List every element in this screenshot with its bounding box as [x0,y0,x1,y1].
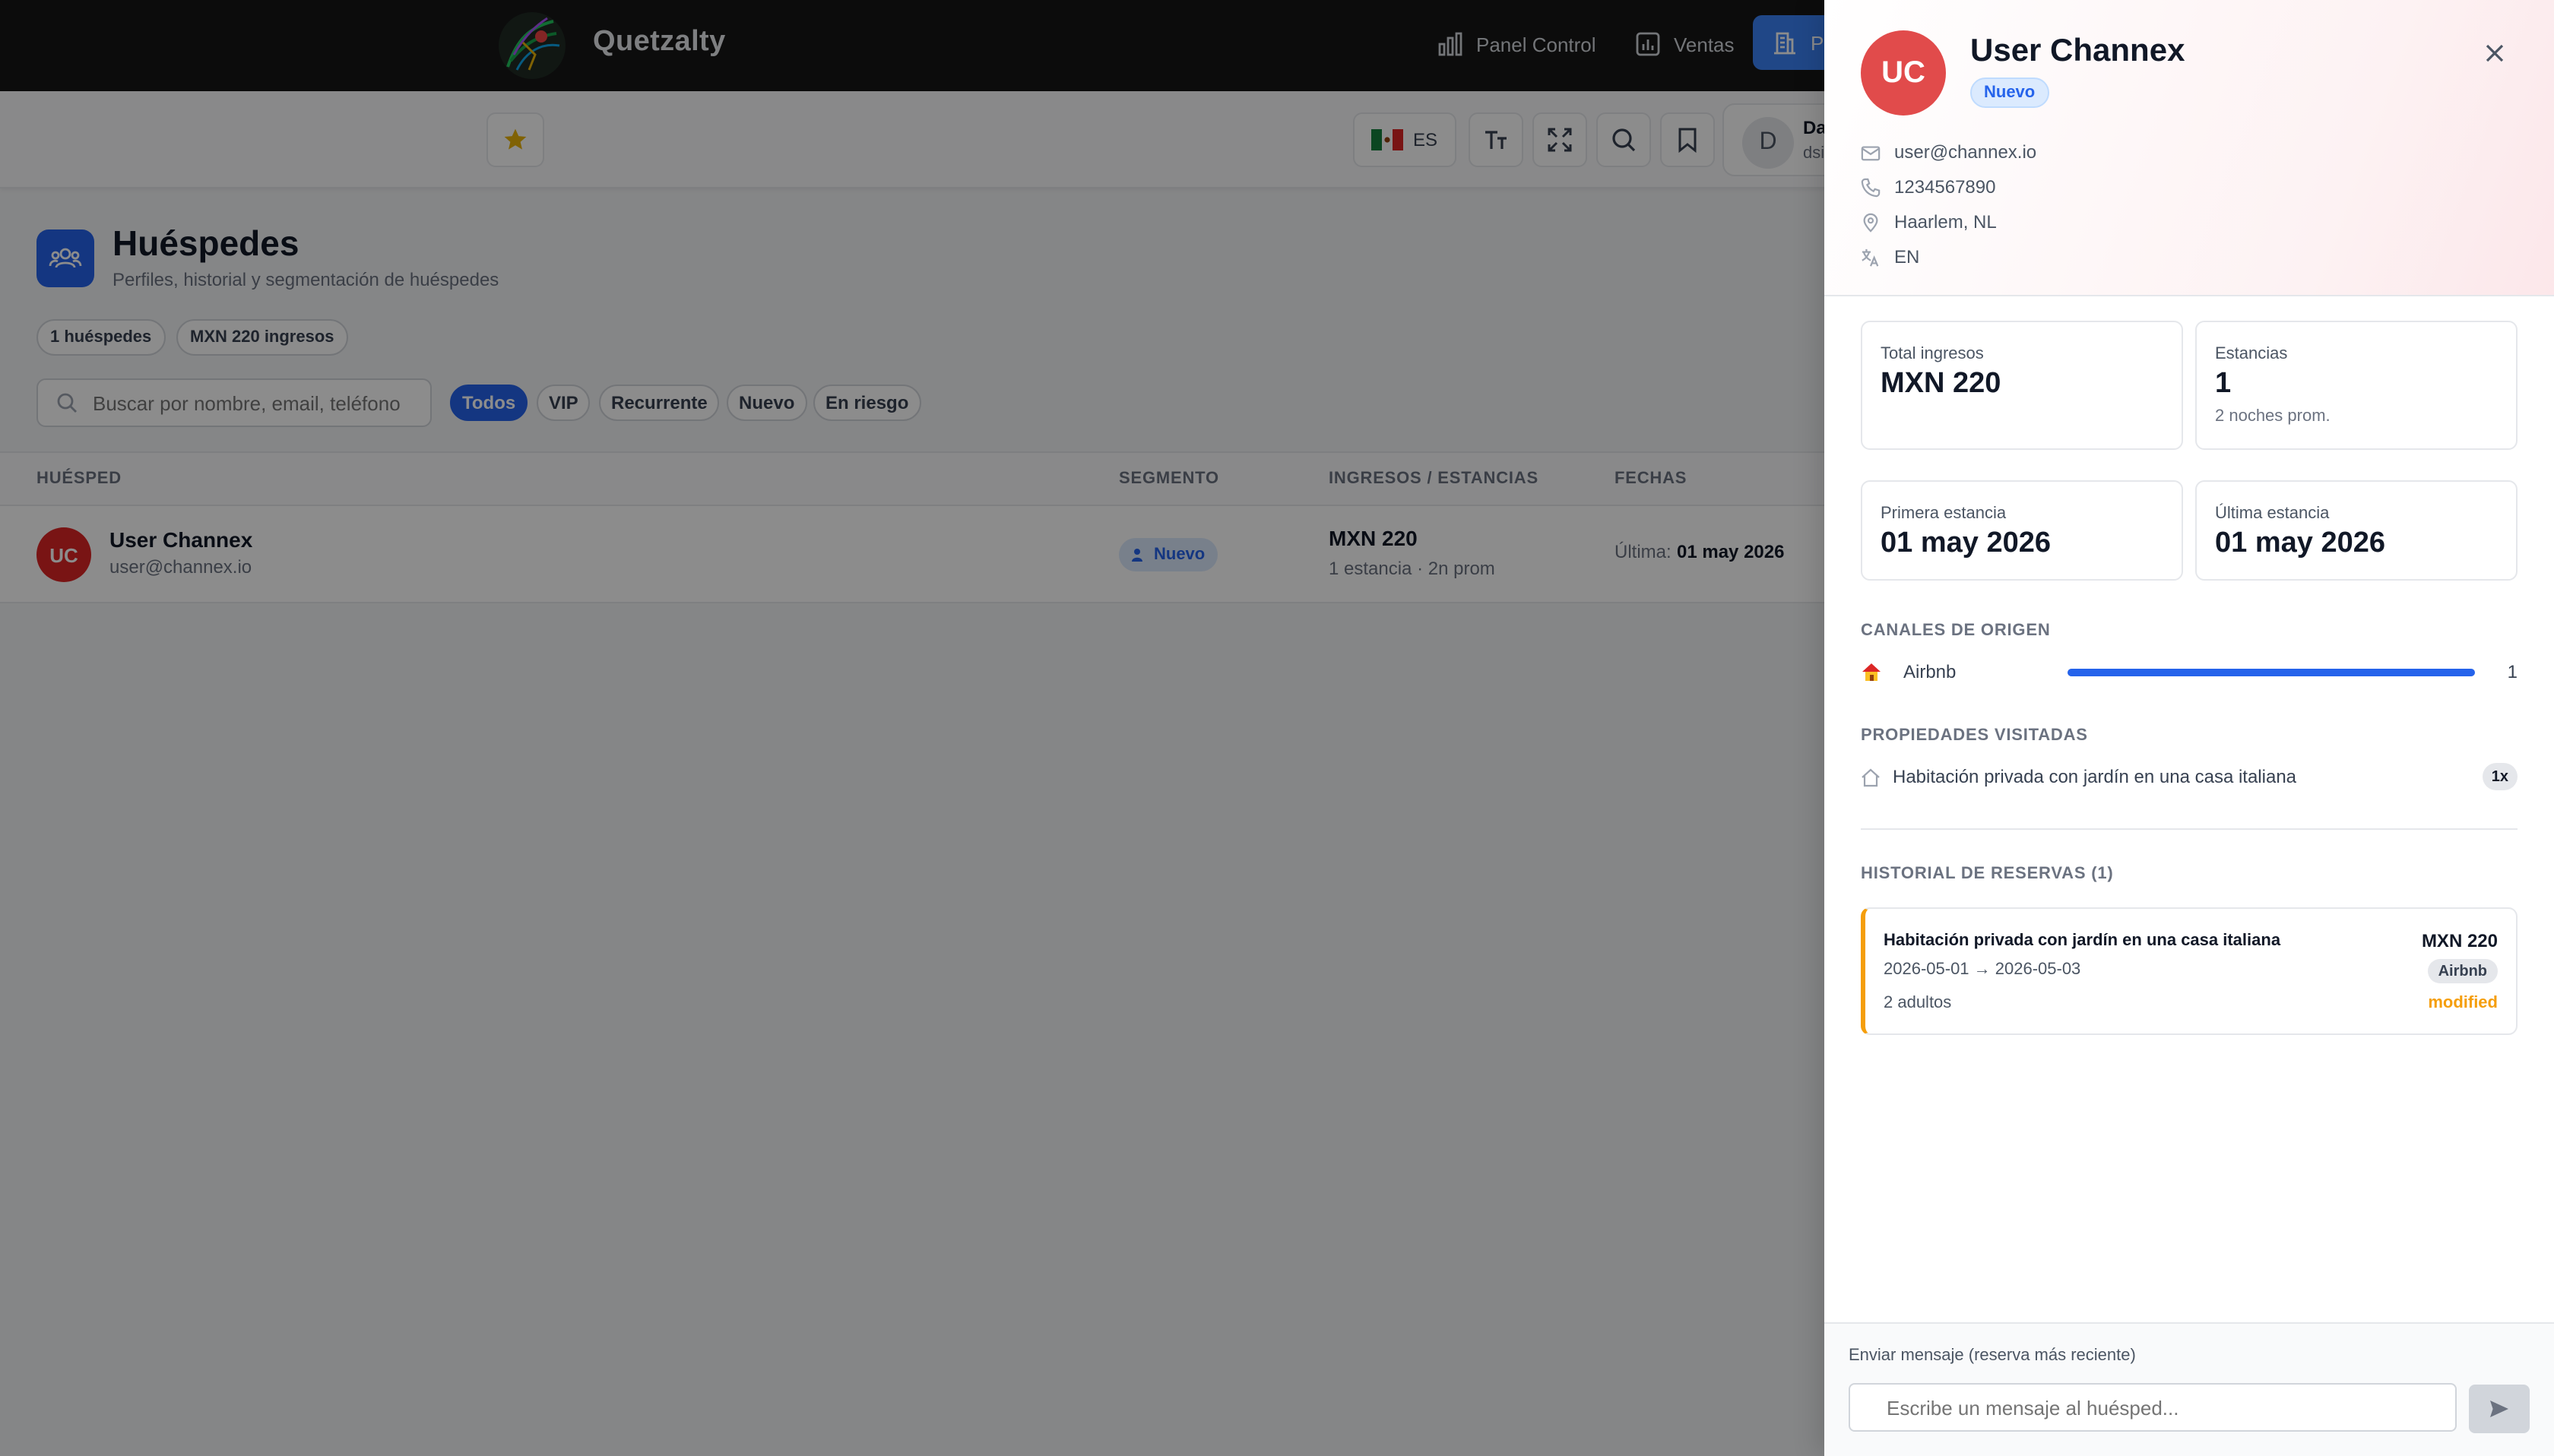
reservation-guests: 2 adultos [1884,994,1952,1012]
drawer-segment-badge: Nuevo [1970,78,2049,108]
contact-email[interactable]: user@channex.io [1894,141,2036,163]
message-input[interactable] [1849,1383,2457,1432]
send-icon [2490,1401,2508,1417]
total-income-label: Total ingresos [1881,345,1984,363]
property-name: Habitación privada con jardín en una cas… [1893,766,2297,787]
stays-card: Estancias 1 2 noches prom. [2195,321,2518,450]
reservation-title: Habitación privada con jardín en una cas… [1884,932,2281,950]
contact-location-row: Haarlem, NL [1861,211,1997,233]
contact-email-row: user@channex.io [1861,141,2036,163]
close-icon [2486,44,2504,62]
channels-title: CANALES DE ORIGEN [1861,622,2051,640]
reservation-status: modified [2428,994,2498,1012]
stays-value: 1 [2215,368,2232,400]
first-stay-value: 01 may 2026 [1881,527,2051,559]
contact-phone[interactable]: 1234567890 [1894,176,1996,198]
house-icon [1862,663,1881,681]
contact-language-row: EN [1861,246,1919,267]
total-income-card: Total ingresos MXN 220 [1861,321,2183,450]
channel-count: 1 [2507,661,2518,682]
guest-detail-drawer: UC User Channex Nuevo user@channex.io 12… [1824,0,2554,1456]
first-stay-card: Primera estancia 01 may 2026 [1861,480,2183,581]
reservation-amount: MXN 220 [2421,930,2498,951]
reservation-dates: 2026-05-01 → 2026-05-03 [1884,961,2081,979]
last-stay-label: Última estancia [2215,505,2330,523]
stays-sub: 2 noches prom. [2215,407,2331,426]
last-stay-card: Última estancia 01 may 2026 [2195,480,2518,581]
drawer-guest-name: User Channex [1970,33,2185,68]
drawer-header: UC User Channex Nuevo user@channex.io 12… [1824,0,2554,296]
drawer-avatar: UC [1861,30,1946,116]
properties-title: PROPIEDADES VISITADAS [1861,726,2088,745]
total-income-value: MXN 220 [1881,368,2001,400]
property-visit-count: 1x [2482,763,2518,790]
send-message-button[interactable] [2469,1385,2530,1433]
reservation-card[interactable]: Habitación privada con jardín en una cas… [1861,907,2518,1035]
history-title: HISTORIAL DE RESERVAS (1) [1861,865,2114,883]
stays-label: Estancias [2215,345,2288,363]
message-footer: Enviar mensaje (reserva más reciente) [1824,1322,2554,1456]
first-stay-label: Primera estancia [1881,505,2007,523]
property-row: Habitación privada con jardín en una cas… [1861,763,2518,793]
channel-name: Airbnb [1903,661,1957,682]
contact-language: EN [1894,246,1920,267]
mail-icon [1861,145,1881,160]
reservation-channel-badge: Airbnb [2427,959,2498,983]
home-icon [1862,768,1880,787]
phone-icon [1861,177,1881,197]
divider [1861,828,2518,830]
channel-progress-track [2068,669,2475,676]
message-label: Enviar mensaje (reserva más reciente) [1849,1347,2136,1365]
map-pin-icon [1863,212,1878,232]
close-button[interactable] [2476,35,2513,71]
channel-row: Airbnb 1 [1861,660,2518,687]
channel-progress-fill [2068,669,2475,676]
last-stay-value: 01 may 2026 [2215,527,2385,559]
contact-phone-row: 1234567890 [1861,176,1996,198]
contact-location: Haarlem, NL [1894,211,1997,233]
translate-icon [1862,248,1879,266]
